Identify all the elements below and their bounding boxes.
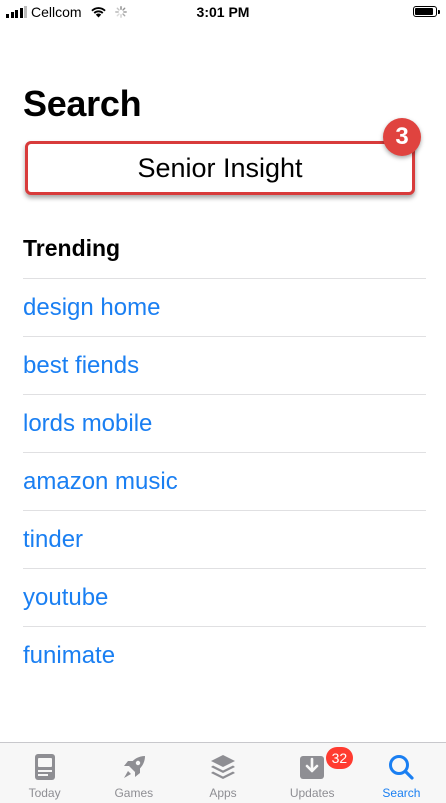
tab-updates[interactable]: 32 Updates [268,743,357,803]
updates-count-badge: 32 [325,747,354,769]
trending-link[interactable]: design home [23,294,160,322]
tab-apps[interactable]: Apps [178,743,267,803]
tab-label: Search [382,786,421,800]
trending-link[interactable]: best fiends [23,352,139,380]
today-icon [34,754,55,780]
trending-item[interactable]: funimate [23,627,426,685]
tab-label: Apps [209,786,237,800]
step-number-badge: 3 [383,118,421,156]
search-icon [389,755,415,780]
tab-today[interactable]: Today [0,743,89,803]
trending-list: design home best fiends lords mobile ama… [23,278,426,685]
trending-link[interactable]: lords mobile [23,410,152,438]
trending-item[interactable]: best fiends [23,337,426,395]
download-tray-icon [300,756,325,779]
trending-link[interactable]: tinder [23,526,83,554]
trending-item[interactable]: amazon music [23,453,426,511]
page-title: Search [23,83,142,124]
status-time: 3:01 PM [196,4,250,20]
tab-label: Games [114,786,154,800]
trending-heading: Trending [23,235,121,261]
search-input[interactable] [28,151,412,185]
tab-search[interactable]: Search [357,743,446,803]
trending-item[interactable]: lords mobile [23,395,426,453]
search-field[interactable] [25,141,415,195]
layers-icon [211,755,235,779]
trending-item[interactable]: design home [23,279,426,337]
trending-link[interactable]: amazon music [23,468,178,496]
trending-link[interactable]: funimate [23,642,115,670]
trending-link[interactable]: youtube [23,584,108,612]
rocket-icon [123,756,145,778]
tab-label: Today [28,786,61,800]
tab-label: Updates [289,786,335,800]
battery-fill [415,8,433,15]
trending-item[interactable]: tinder [23,511,426,569]
tab-games[interactable]: Games [89,743,178,803]
tab-bar: Today Games Apps 32 Updates Search [0,742,446,803]
trending-item[interactable]: youtube [23,569,426,627]
status-bar: Cellcom 3:01 PM [0,0,446,26]
battery-icon [413,6,440,17]
